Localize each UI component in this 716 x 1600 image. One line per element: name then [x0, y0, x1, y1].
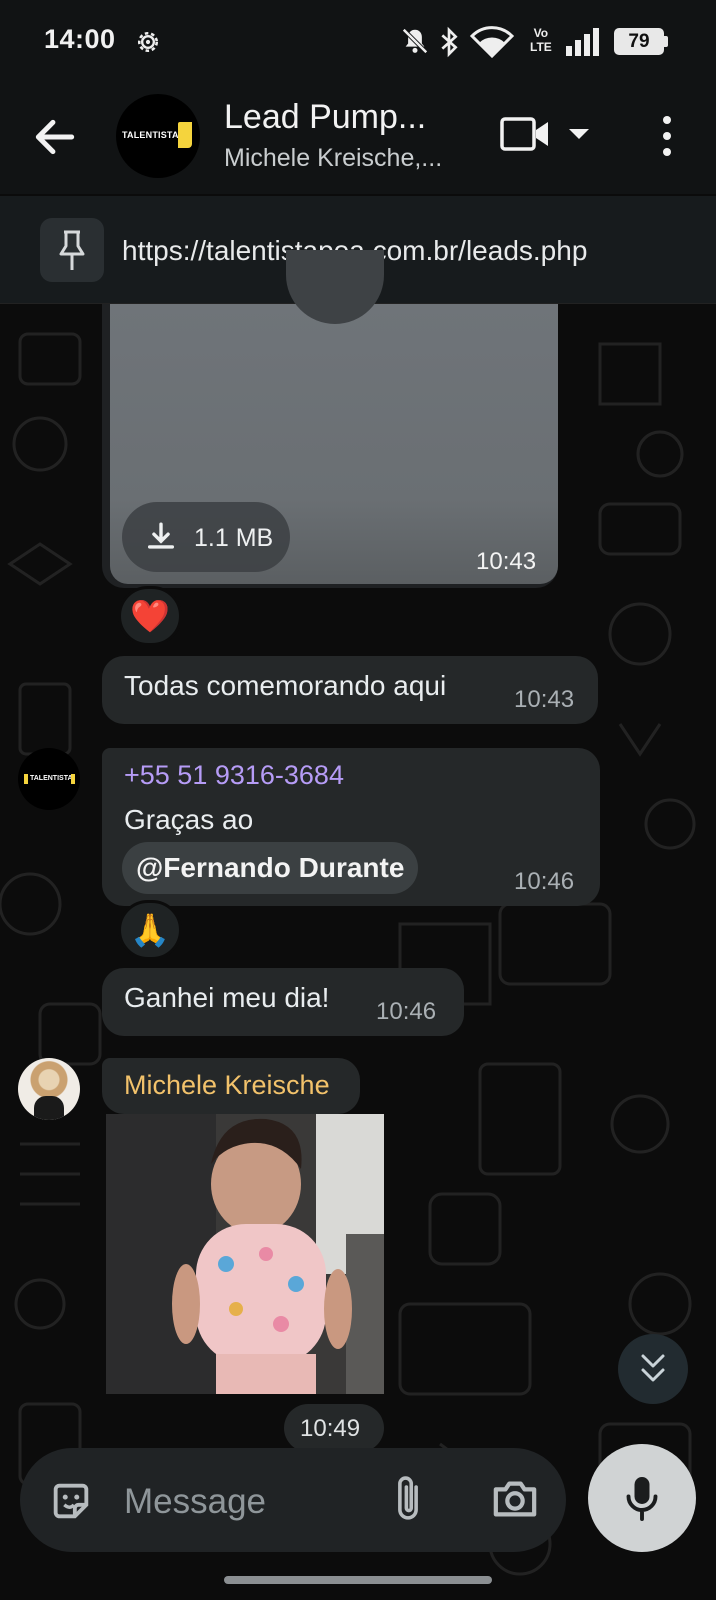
camera-icon[interactable] — [490, 1476, 540, 1522]
message-text: Graças ao — [124, 804, 254, 835]
pin-icon — [59, 230, 85, 270]
back-arrow-icon[interactable] — [30, 112, 80, 162]
attach-paperclip-icon[interactable] — [388, 1474, 428, 1526]
sender-avatar[interactable]: TALENTISTA — [18, 748, 80, 810]
scroll-to-bottom-button[interactable] — [618, 1334, 688, 1404]
message-bubble[interactable]: Ganhei meu dia! 10:46 — [102, 968, 464, 1036]
gif-image[interactable] — [106, 1114, 384, 1394]
microphone-icon[interactable] — [624, 1474, 660, 1522]
more-options-icon[interactable] — [650, 112, 684, 160]
sender-name[interactable]: Michele Kreische — [124, 1070, 330, 1101]
sender-avatar[interactable] — [18, 1058, 80, 1120]
gear-icon — [137, 31, 159, 53]
chat-subtitle[interactable]: Michele Kreische,... — [224, 144, 442, 173]
avatar-logo-bar — [71, 774, 75, 784]
avatar-figure — [34, 1096, 64, 1120]
home-indicator[interactable] — [224, 1576, 492, 1584]
message-time-chip: 10:49 — [284, 1404, 384, 1452]
file-size: 1.1 MB — [194, 524, 274, 552]
battery-icon: 79 — [614, 28, 664, 55]
message-time: 10:46 — [376, 998, 437, 1025]
volte-icon: Vo LTE — [530, 26, 552, 54]
chat-title[interactable]: Lead Pump... — [224, 98, 426, 137]
video-call-icon[interactable] — [500, 114, 552, 154]
avatar-logo-text: TALENTISTA — [30, 775, 73, 782]
reaction-heart[interactable]: ❤️ — [118, 586, 182, 646]
message-bubble[interactable]: +55 51 9316-3684 Graças ao @Fernando Dur… — [102, 748, 600, 906]
group-avatar[interactable]: TALENTISTA — [116, 94, 200, 178]
message-bubble[interactable]: Todas comemorando aqui 10:43 — [102, 656, 598, 724]
double-chevron-down-icon[interactable] — [637, 1352, 669, 1386]
message-time: 10:43 — [476, 548, 537, 575]
status-time: 14:00 — [44, 24, 116, 54]
avatar-logo-bar — [24, 774, 28, 784]
signal-icon — [566, 28, 599, 56]
message-time: 10:43 — [514, 686, 575, 713]
sticker-emoji-icon[interactable] — [48, 1478, 94, 1524]
mute-notifications-icon — [402, 28, 428, 54]
download-icon[interactable] — [144, 520, 178, 554]
message-time: 10:49 — [300, 1415, 361, 1442]
message-text: Ganhei meu dia! — [124, 982, 330, 1013]
reaction-pray[interactable]: 🙏 — [118, 900, 182, 960]
message-text: Todas comemorando aqui — [124, 670, 447, 701]
avatar-logo-bar — [178, 122, 192, 148]
gif-illustration — [106, 1114, 384, 1394]
chevron-down-icon[interactable] — [566, 124, 592, 144]
voice-record-button[interactable] — [588, 1444, 696, 1552]
message-time: 10:46 — [514, 868, 575, 895]
pin-icon-box — [40, 218, 104, 282]
sender-name-bubble[interactable]: Michele Kreische — [102, 1058, 360, 1114]
mention-chip[interactable]: @Fernando Durante — [122, 842, 419, 894]
wifi-icon — [470, 26, 514, 58]
avatar-logo-text: TALENTISTA — [122, 130, 179, 140]
battery-tip — [664, 36, 668, 47]
bluetooth-icon — [441, 26, 458, 58]
message-input[interactable] — [124, 1480, 374, 1524]
sender-name[interactable]: +55 51 9316-3684 — [124, 760, 344, 791]
